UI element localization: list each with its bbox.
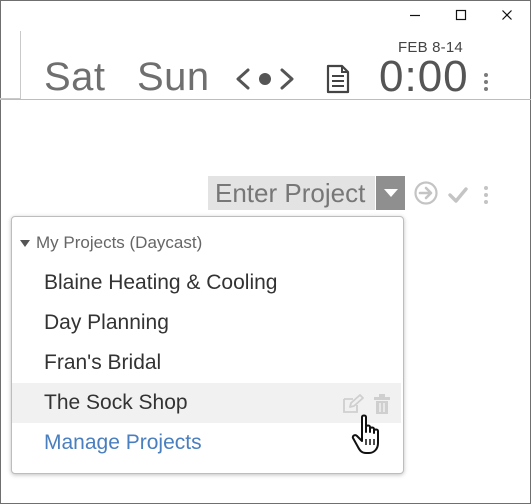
day-saturday[interactable]: Sat — [44, 55, 106, 100]
project-dropdown-menu: My Projects (Daycast) Blaine Heating & C… — [11, 216, 404, 474]
nav-arrows-icon[interactable] — [234, 64, 296, 94]
project-item-label: Blaine Heating & Cooling — [44, 271, 278, 294]
project-item[interactable]: Blaine Heating & Cooling — [12, 263, 401, 303]
close-button[interactable] — [484, 0, 530, 30]
title-bar — [0, 0, 531, 31]
project-item-label: The Sock Shop — [44, 391, 188, 414]
document-icon[interactable] — [325, 64, 351, 94]
project-input-placeholder: Enter Project — [215, 177, 366, 208]
edit-icon[interactable] — [342, 394, 364, 414]
maximize-button[interactable] — [438, 0, 484, 30]
manage-projects-link[interactable]: Manage Projects — [12, 423, 401, 463]
project-item-hovered[interactable]: The Sock Shop — [12, 383, 401, 423]
project-item-label: Day Planning — [44, 311, 169, 334]
caret-down-icon — [20, 240, 30, 247]
minimize-button[interactable] — [392, 0, 438, 30]
project-input[interactable]: Enter Project — [208, 176, 375, 210]
project-group-header[interactable]: My Projects (Daycast) — [20, 233, 202, 253]
close-icon — [502, 10, 512, 20]
arrow-circle-right-icon[interactable] — [414, 181, 438, 205]
project-item[interactable]: Day Planning — [12, 303, 401, 343]
minimize-icon — [410, 14, 420, 17]
project-dropdown-button[interactable] — [376, 176, 405, 210]
trash-icon[interactable] — [373, 393, 391, 415]
entry-more-vertical-icon[interactable] — [483, 186, 489, 204]
hand-pointer-icon — [351, 414, 379, 454]
chevron-down-icon — [383, 189, 398, 197]
timer-display: 0:00 — [379, 52, 469, 101]
project-group-label: My Projects (Daycast) — [36, 233, 203, 252]
project-item[interactable]: Fran's Bridal — [12, 343, 401, 383]
check-icon[interactable] — [447, 186, 469, 204]
manage-projects-label: Manage Projects — [44, 431, 202, 454]
more-vertical-icon[interactable] — [483, 73, 489, 91]
left-panel-edge — [0, 31, 21, 99]
maximize-icon — [455, 9, 467, 21]
project-item-label: Fran's Bridal — [44, 351, 162, 374]
day-sunday[interactable]: Sun — [137, 55, 210, 100]
